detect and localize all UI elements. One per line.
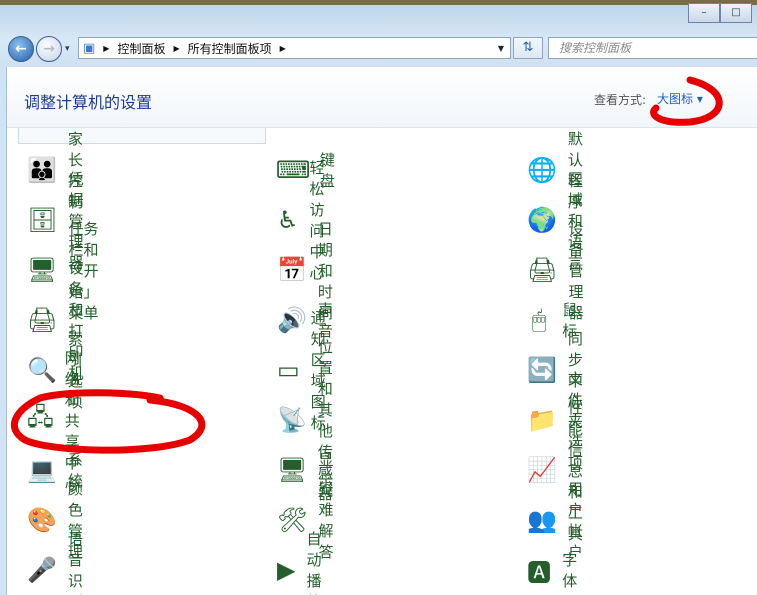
item-icon: 👪 xyxy=(27,156,57,184)
refresh-button[interactable]: ⇅ xyxy=(513,37,543,59)
item-icon: 🖧 xyxy=(27,402,54,431)
nav-buttons: ← → ▾ xyxy=(8,36,70,62)
content-pane: 调整计算机的设置 查看方式: 大图标 ▾ 👪 家长控制 ⌨ 键盘 🌐 默认程序 🗄 凭据管理器… xyxy=(6,67,757,595)
item-label: 语音识别 xyxy=(67,530,83,595)
search-input[interactable]: 搜索控制面板 xyxy=(548,37,757,59)
item-icon: ▶ xyxy=(277,556,296,584)
item-icon: 🅰 xyxy=(527,558,552,587)
content-header: 调整计算机的设置 查看方式: 大图标 ▾ xyxy=(7,67,757,128)
breadcrumb-arrow-icon: ▶ xyxy=(279,43,286,53)
item-label: 字体 xyxy=(562,551,578,590)
breadcrumb-all-items[interactable]: 所有控制面板项 xyxy=(188,40,272,57)
control-panel-item[interactable]: 🎤 语音识别 xyxy=(27,530,85,595)
back-arrow-icon: ← xyxy=(15,41,27,57)
control-panel-item[interactable]: 📡 位置和其他传感器 xyxy=(277,338,335,503)
control-panel-item[interactable]: 🖧 网络和共享中心 xyxy=(27,349,85,493)
control-panel-item[interactable]: 🖥 任务栏和「开始」菜单 xyxy=(27,220,100,322)
control-panel-item[interactable]: 📅 日期和时间 xyxy=(277,220,335,322)
control-panel-item[interactable]: 👥 用户帐户 xyxy=(527,480,585,561)
address-dropdown-icon[interactable]: ▼ xyxy=(498,44,504,53)
item-icon: ⌨ xyxy=(275,156,311,184)
item-icon: 🎨 xyxy=(27,506,57,534)
minimize-button[interactable]: – xyxy=(688,3,720,23)
item-icon: 🌐 xyxy=(527,156,557,184)
item-icon: 🖥 xyxy=(277,456,308,484)
item-icon: 🛠 xyxy=(277,506,308,534)
item-icon: 🔊 xyxy=(277,306,307,334)
item-icon: 📅 xyxy=(277,256,307,284)
control-panel-item[interactable]: ▶ 自动播放 xyxy=(277,530,335,595)
control-panel-item[interactable]: 🖨 设备管理器 xyxy=(527,220,585,322)
partial-item-row xyxy=(18,128,266,144)
view-by-label: 查看方式: xyxy=(594,93,647,107)
recent-pages-dropdown[interactable]: ▾ xyxy=(65,44,70,54)
item-icon: 📡 xyxy=(277,406,307,434)
item-icon: ▭ xyxy=(277,356,300,384)
control-panel-item[interactable]: 🅰 字体 xyxy=(527,550,585,590)
maximize-button[interactable]: □ xyxy=(720,3,752,23)
breadcrumb-arrow-icon: ▶ xyxy=(103,43,110,53)
view-by-dropdown[interactable]: 大图标 ▾ xyxy=(657,90,703,107)
breadcrumb-arrow-icon: ▶ xyxy=(173,43,180,53)
item-icon: 📁 xyxy=(527,406,557,434)
taskbar-strip xyxy=(0,0,757,5)
control-panel-icon: ▣ xyxy=(83,40,96,56)
item-icon: 🌍 xyxy=(527,206,557,234)
item-icon: 🔄 xyxy=(527,356,557,384)
forward-arrow-icon: → xyxy=(43,41,55,57)
back-button[interactable]: ← xyxy=(8,36,34,62)
item-label: 自动播放 xyxy=(306,530,322,595)
item-icon: 🖥 xyxy=(27,256,58,284)
forward-button[interactable]: → xyxy=(36,36,62,62)
item-icon: 🖱 xyxy=(531,306,547,334)
item-icon: 👥 xyxy=(527,506,557,534)
item-icon: 🎤 xyxy=(27,556,57,584)
address-bar[interactable]: ▣ ▶ 控制面板 ▶ 所有控制面板项 ▶ ▼ xyxy=(78,37,511,59)
item-icon: ♿ xyxy=(277,206,299,234)
item-icon: 🖨 xyxy=(27,306,58,334)
item-icon: 🖨 xyxy=(527,256,558,284)
page-title: 调整计算机的设置 xyxy=(24,93,153,112)
window-buttons: – □ xyxy=(688,3,757,23)
item-icon: 📈 xyxy=(527,456,557,484)
item-icon: 🔍 xyxy=(27,356,57,384)
item-icon: 🗄 xyxy=(27,206,58,234)
item-icon: 💻 xyxy=(27,456,57,484)
breadcrumb-control-panel[interactable]: 控制面板 xyxy=(117,40,165,57)
